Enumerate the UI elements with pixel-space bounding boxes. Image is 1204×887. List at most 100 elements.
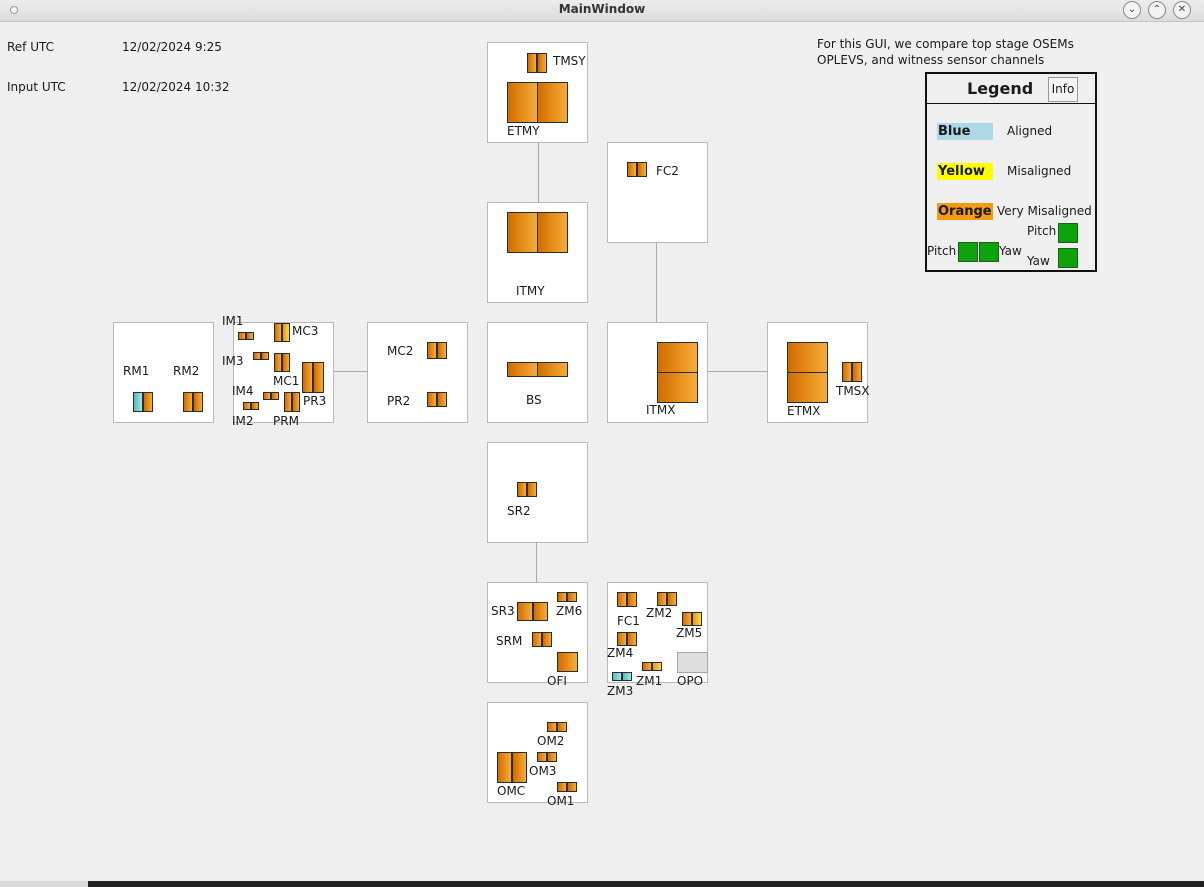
zm6-osem[interactable] <box>567 592 577 602</box>
fc1-label: FC1 <box>617 614 640 628</box>
zm1-osem[interactable] <box>642 662 652 671</box>
zm3-osem[interactable] <box>612 672 622 681</box>
rm1-osem[interactable] <box>143 392 153 412</box>
im2-osem[interactable] <box>243 402 251 410</box>
rm1-osem[interactable] <box>133 392 143 412</box>
om3-osem[interactable] <box>537 752 547 762</box>
legend-very-misaligned-label: Very Misaligned <box>997 204 1092 218</box>
etmy-osem[interactable] <box>537 82 568 123</box>
im1-osem[interactable] <box>238 332 246 340</box>
minimize-button[interactable]: ⌄ <box>1123 1 1141 19</box>
etmy-osem[interactable] <box>507 82 538 123</box>
zm6-osem[interactable] <box>557 592 567 602</box>
tmsy-osem[interactable] <box>527 53 537 73</box>
mc2-label: MC2 <box>387 344 414 358</box>
itmy-osem[interactable] <box>507 212 538 253</box>
om3-osem[interactable] <box>547 752 557 762</box>
prm-osem[interactable] <box>292 392 300 412</box>
taskbar-strip <box>0 881 1204 887</box>
itmx-osem[interactable] <box>657 372 698 403</box>
im3-osem[interactable] <box>261 352 269 360</box>
zm4-osem[interactable] <box>627 632 637 646</box>
mc2-osem[interactable] <box>427 342 437 359</box>
opo-osem[interactable] <box>677 652 708 673</box>
zm4-osem[interactable] <box>617 632 627 646</box>
tmsy-label: TMSY <box>553 54 586 68</box>
itmx-osem[interactable] <box>657 342 698 373</box>
sr3-osem[interactable] <box>533 602 548 621</box>
fc2-label: FC2 <box>656 164 679 178</box>
im3-label: IM3 <box>222 354 244 368</box>
mc3-osem[interactable] <box>274 323 282 342</box>
zm1-osem[interactable] <box>652 662 662 671</box>
fc2-osem[interactable] <box>637 162 647 177</box>
zm2-osem[interactable] <box>657 592 667 606</box>
ofi-osem[interactable] <box>557 652 578 672</box>
om2-osem[interactable] <box>557 722 567 732</box>
description-line1: For this GUI, we compare top stage OSEMs <box>817 37 1074 51</box>
im4-osem[interactable] <box>271 392 279 400</box>
sr2-osem[interactable] <box>527 482 537 497</box>
rm2-osem[interactable] <box>183 392 193 412</box>
pr2-osem[interactable] <box>437 392 447 407</box>
input-utc-label: Input UTC <box>7 80 66 94</box>
legend-aligned-label: Aligned <box>1007 124 1053 138</box>
om2-osem[interactable] <box>547 722 557 732</box>
tmsx-osem[interactable] <box>842 362 852 382</box>
beam-line <box>538 142 539 202</box>
im4-osem[interactable] <box>263 392 271 400</box>
omc-osem[interactable] <box>497 752 512 783</box>
beam-line <box>656 242 657 322</box>
om1-osem[interactable] <box>567 782 577 792</box>
etmx-osem[interactable] <box>787 372 828 403</box>
close-button[interactable]: ✕ <box>1173 1 1191 19</box>
mc3-osem[interactable] <box>282 323 290 342</box>
yaw-label: Yaw <box>1027 254 1050 268</box>
sr2-osem[interactable] <box>517 482 527 497</box>
bs-osem[interactable] <box>507 362 538 377</box>
zm3-osem[interactable] <box>622 672 632 681</box>
zm2-label: ZM2 <box>646 606 673 620</box>
omc-osem[interactable] <box>512 752 527 783</box>
om2-label: OM2 <box>537 734 565 748</box>
etmx-osem[interactable] <box>787 342 828 373</box>
ref-utc-label: Ref UTC <box>7 40 55 54</box>
fc2-osem[interactable] <box>627 162 637 177</box>
zm5-osem[interactable] <box>682 612 692 626</box>
mc1-osem[interactable] <box>274 353 282 372</box>
fc1-osem[interactable] <box>627 592 637 607</box>
info-button[interactable]: Info <box>1048 77 1078 102</box>
rm2-label: RM2 <box>173 364 200 378</box>
bs-label: BS <box>526 393 542 407</box>
zm3-label: ZM3 <box>607 684 634 698</box>
srm-osem[interactable] <box>532 632 542 647</box>
maximize-button[interactable]: ⌃ <box>1148 1 1166 19</box>
fc1-osem[interactable] <box>617 592 627 607</box>
title-bar: MainWindow ⌄ ⌃ ✕ <box>0 0 1204 22</box>
im3-osem[interactable] <box>253 352 261 360</box>
sr3-osem[interactable] <box>517 602 533 621</box>
taskbar-item[interactable] <box>0 881 88 887</box>
om1-osem[interactable] <box>557 782 567 792</box>
tmsx-osem[interactable] <box>852 362 862 382</box>
mc1-osem[interactable] <box>282 353 290 372</box>
rm2-osem[interactable] <box>193 392 203 412</box>
prm-osem[interactable] <box>284 392 292 412</box>
im2-osem[interactable] <box>251 402 259 410</box>
zm2-osem[interactable] <box>667 592 677 606</box>
legend-title: Legend <box>967 79 1034 98</box>
im1-osem[interactable] <box>246 332 254 340</box>
beam-line <box>536 542 537 582</box>
chamber-fc2 <box>607 142 708 243</box>
pr2-osem[interactable] <box>427 392 437 407</box>
pr3-osem[interactable] <box>313 362 324 393</box>
tmsy-osem[interactable] <box>537 53 547 73</box>
pr3-osem[interactable] <box>302 362 313 393</box>
input-utc-value: 12/02/2024 10:32 <box>122 80 230 94</box>
bs-osem[interactable] <box>537 362 568 377</box>
zm5-osem[interactable] <box>692 612 702 626</box>
itmy-osem[interactable] <box>537 212 568 253</box>
pitch-indicator-left <box>958 242 978 262</box>
mc2-osem[interactable] <box>437 342 447 359</box>
srm-osem[interactable] <box>542 632 552 647</box>
